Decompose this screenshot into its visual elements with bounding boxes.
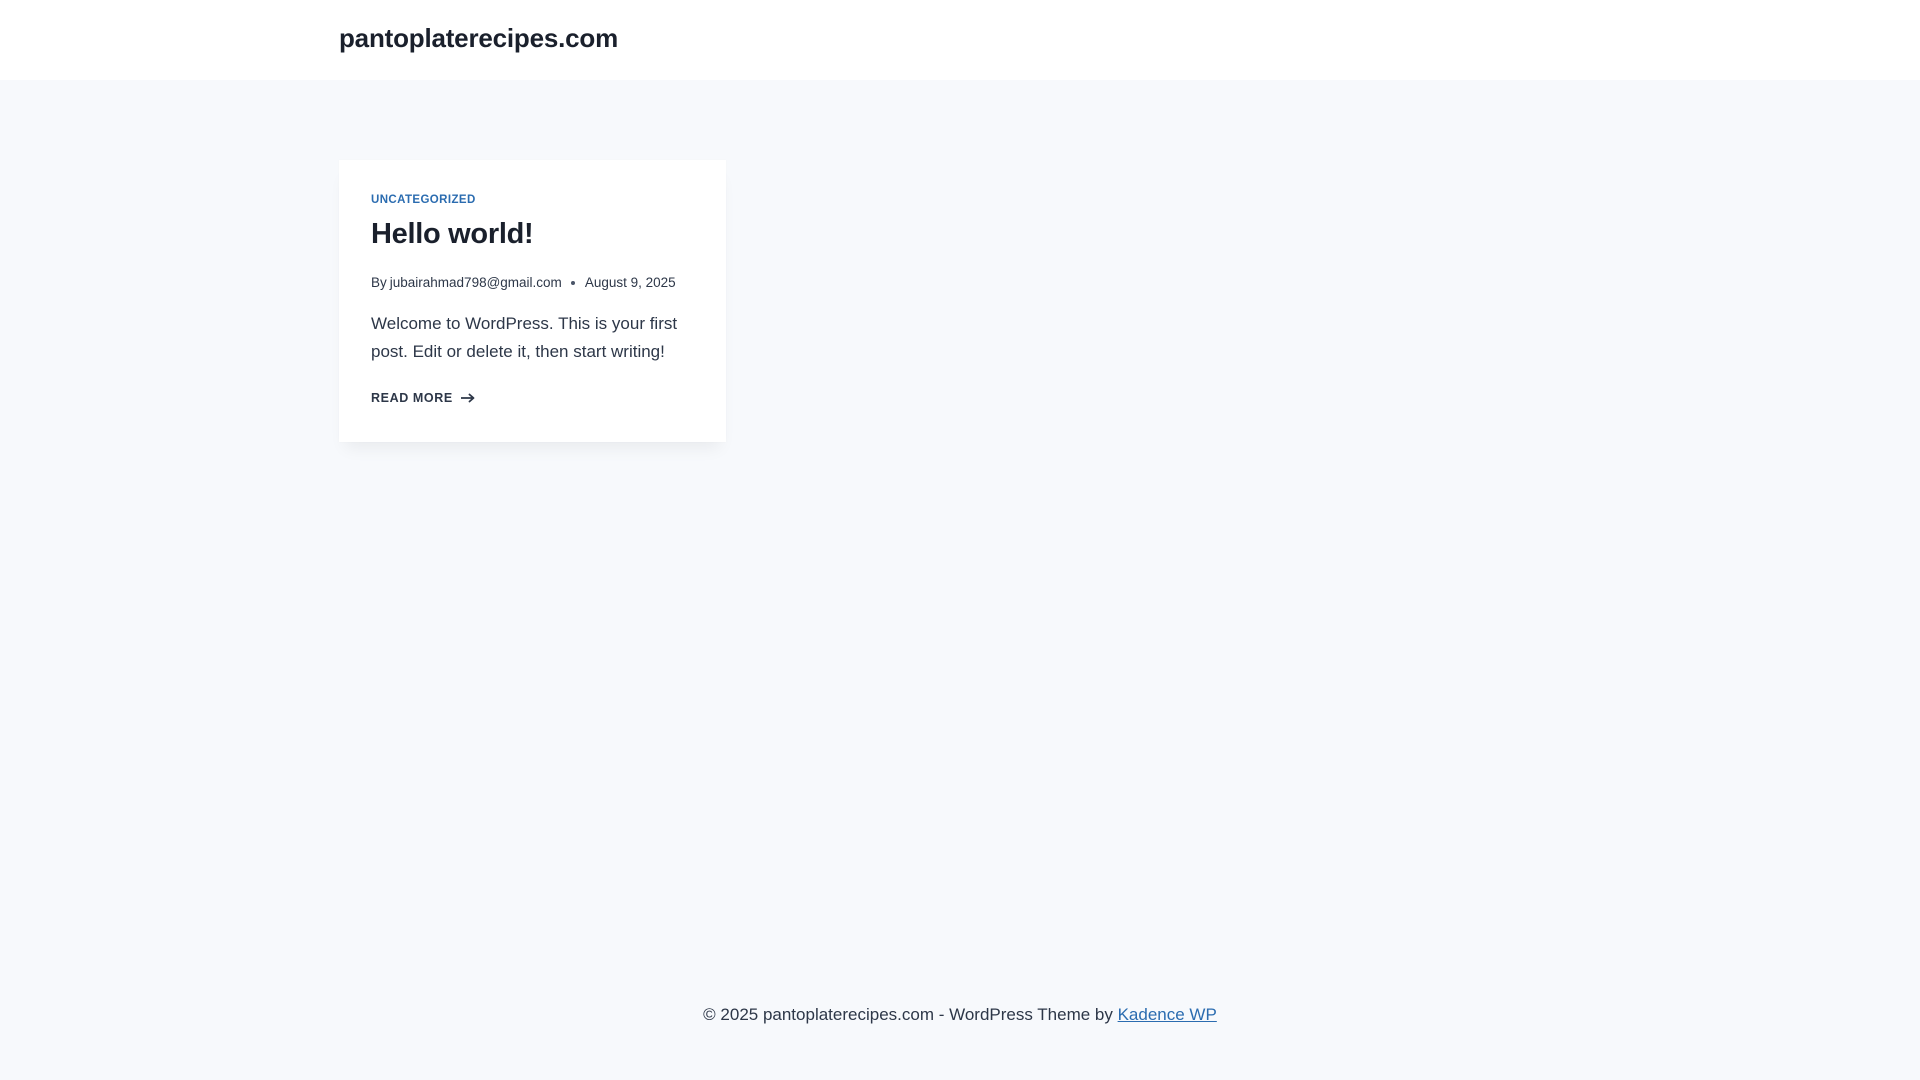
post-excerpt: Welcome to WordPress. This is your first… xyxy=(371,314,678,361)
post-title-link[interactable]: Hello world! xyxy=(371,218,534,251)
arrow-right-icon xyxy=(460,393,475,403)
read-more-label: Read More xyxy=(371,391,453,405)
meta-separator-dot xyxy=(570,280,575,285)
post-author-link[interactable]: jubairahmad798@gmail.com xyxy=(390,275,562,290)
site-header: pantoplaterecipes.com xyxy=(0,0,1920,80)
site-title-link[interactable]: pantoplaterecipes.com xyxy=(339,23,618,54)
post-category-link[interactable]: Uncategorized xyxy=(371,194,476,206)
read-more-link[interactable]: Read More xyxy=(371,391,475,405)
post-meta-by-label: By xyxy=(371,275,387,290)
post-card: Uncategorized Hello world! By jubairahma… xyxy=(339,160,726,442)
post-date: August 9, 2025 xyxy=(584,275,676,290)
site-footer: © 2025 pantoplaterecipes.com - WordPress… xyxy=(0,1005,1920,1025)
footer-copyright: © 2025 pantoplaterecipes.com - WordPress… xyxy=(703,1005,1118,1024)
post-meta: By jubairahmad798@gmail.com August 9, 20… xyxy=(371,275,676,290)
footer-theme-link[interactable]: Kadence WP xyxy=(1118,1005,1217,1024)
